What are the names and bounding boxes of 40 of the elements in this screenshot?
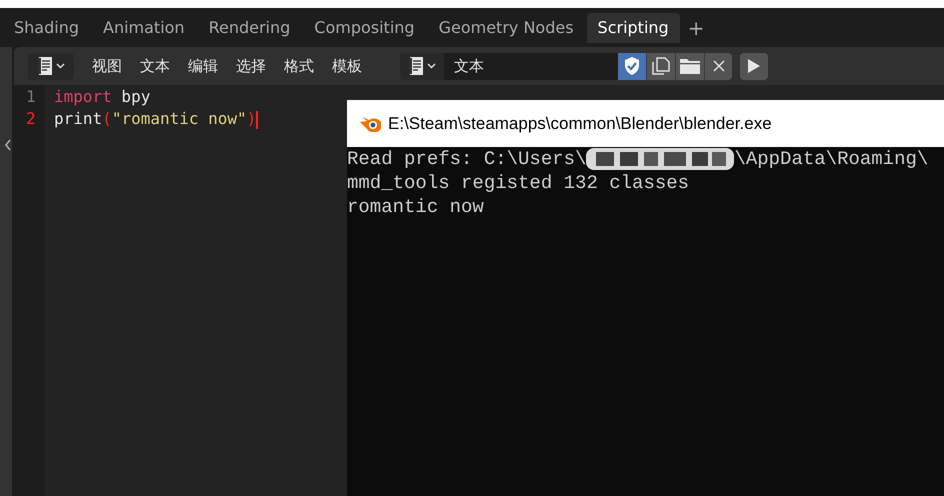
workspace-tab[interactable]: Compositing (303, 12, 426, 42)
console-text: Read prefs: C:\Users\ (347, 147, 586, 171)
workspace-tab[interactable]: Animation (92, 12, 196, 42)
text-name-field[interactable]: 文本 (444, 52, 618, 80)
menu-item[interactable]: 视图 (84, 54, 130, 78)
document-icon (38, 57, 52, 75)
blender-logo-icon (359, 116, 381, 132)
run-script-button[interactable] (740, 52, 768, 80)
menu-item[interactable]: 选择 (228, 54, 274, 78)
copy-icon (652, 57, 670, 75)
code-line: print("romantic now") (54, 108, 258, 130)
workspace-tab[interactable]: Shading (3, 12, 90, 42)
code-line: import bpy (54, 86, 150, 108)
play-icon (747, 58, 761, 74)
shield-check-icon (623, 56, 641, 76)
add-tab-button[interactable]: + (682, 12, 710, 42)
caret-icon (426, 63, 436, 69)
console-text: mmd_tools registed 132 classes (347, 171, 690, 195)
duplicate-button[interactable] (646, 52, 675, 80)
chevron-left-icon[interactable] (4, 139, 12, 151)
console-title: E:\Steam\steamapps\common\Blender\blender.exe (388, 112, 772, 135)
workspace-tab[interactable]: Geometry Nodes (428, 12, 585, 42)
menu-item[interactable]: 编辑 (180, 54, 226, 78)
unlink-button[interactable] (704, 52, 732, 80)
document-icon (408, 57, 422, 75)
console-text: romantic now (347, 195, 484, 219)
menu-item[interactable]: 文本 (132, 54, 178, 78)
folder-icon (680, 58, 700, 74)
editor-type-button[interactable] (28, 52, 74, 80)
close-icon (712, 60, 724, 72)
workspace-tab[interactable]: Scripting (586, 12, 680, 42)
console-text: \AppData\Roaming\ (734, 147, 928, 171)
caret-icon (56, 63, 64, 69)
menu-item[interactable]: 格式 (276, 54, 322, 78)
open-button[interactable] (675, 52, 704, 80)
line-number: 2 (25, 108, 37, 130)
line-number: 1 (25, 86, 37, 108)
menu-item[interactable]: 模板 (324, 54, 370, 78)
fake-user-button[interactable] (618, 52, 646, 80)
workspace-tab[interactable]: Rendering (198, 12, 302, 42)
